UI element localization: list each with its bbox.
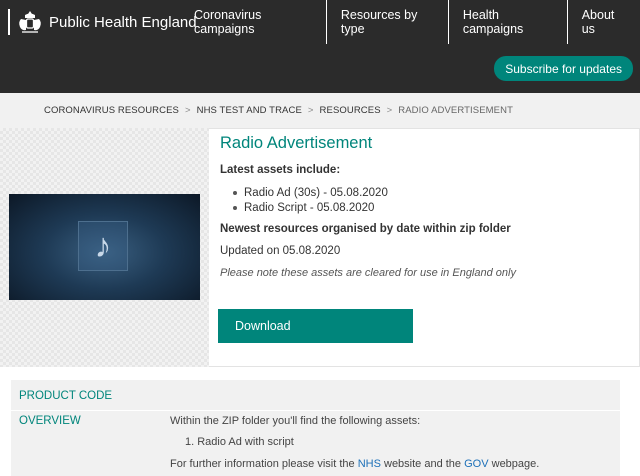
breadcrumb-separator: > xyxy=(184,105,191,116)
breadcrumb-coronavirus-resources[interactable]: CORONAVIRUS RESOURCES xyxy=(44,105,179,116)
product-code-label: PRODUCT CODE xyxy=(19,390,113,402)
breadcrumb-separator: > xyxy=(307,105,314,116)
breadcrumb-resources[interactable]: RESOURCES xyxy=(320,105,381,116)
breadcrumb-current: RADIO ADVERTISEMENT xyxy=(398,105,513,116)
royal-crest-icon xyxy=(19,11,41,33)
breadcrumb: CORONAVIRUS RESOURCES > NHS TEST AND TRA… xyxy=(0,93,640,128)
nav-about-us[interactable]: About us xyxy=(566,0,640,44)
gov-link[interactable]: GOV xyxy=(464,458,488,470)
overview-label: OVERVIEW xyxy=(19,415,81,427)
thumbnail-panel: ♪ xyxy=(0,128,209,367)
brand-name: Public Health England xyxy=(49,13,197,31)
asset-list: Radio Ad (30s) - 05.08.2020 Radio Script… xyxy=(233,185,388,215)
further-info: For further information please visit the… xyxy=(170,458,540,470)
logo-bar xyxy=(8,9,10,35)
newest-resources-note: Newest resources organised by date withi… xyxy=(220,223,511,235)
product-thumbnail[interactable]: ♪ xyxy=(9,194,200,300)
list-item: 1. Radio Ad with script xyxy=(185,436,294,448)
product-details: PRODUCT CODE OVERVIEW Within the ZIP fol… xyxy=(11,380,620,476)
music-note-icon: ♪ xyxy=(78,221,128,271)
list-item: Radio Script - 05.08.2020 xyxy=(233,200,388,215)
main-nav: Coronavirus campaigns Resources by type … xyxy=(180,0,640,44)
product-title: Radio Advertisement xyxy=(220,134,373,152)
site-header: Public Health England Coronavirus campai… xyxy=(0,0,640,93)
download-button[interactable]: Download xyxy=(218,309,413,343)
updated-date: Updated on 05.08.2020 xyxy=(220,245,341,257)
list-item: Radio Ad (30s) - 05.08.2020 xyxy=(233,185,388,200)
divider xyxy=(11,410,620,411)
breadcrumb-separator: > xyxy=(386,105,393,116)
logo[interactable]: Public Health England xyxy=(0,0,197,44)
subscribe-button[interactable]: Subscribe for updates xyxy=(494,56,633,81)
nav-resources-by-type[interactable]: Resources by type xyxy=(325,0,448,44)
product-info: Radio Advertisement Latest assets includ… xyxy=(209,128,640,367)
breadcrumb-nhs-test-and-trace[interactable]: NHS TEST AND TRACE xyxy=(197,105,302,116)
nav-health-campaigns[interactable]: Health campaigns xyxy=(447,0,567,44)
latest-assets-heading: Latest assets include: xyxy=(220,164,341,176)
nav-coronavirus-campaigns[interactable]: Coronavirus campaigns xyxy=(180,0,326,44)
overview-intro: Within the ZIP folder you'll find the fo… xyxy=(170,415,421,427)
overview-list: 1. Radio Ad with script xyxy=(185,436,294,448)
usage-notice: Please note these assets are cleared for… xyxy=(220,267,516,279)
nhs-link[interactable]: NHS xyxy=(358,458,381,470)
